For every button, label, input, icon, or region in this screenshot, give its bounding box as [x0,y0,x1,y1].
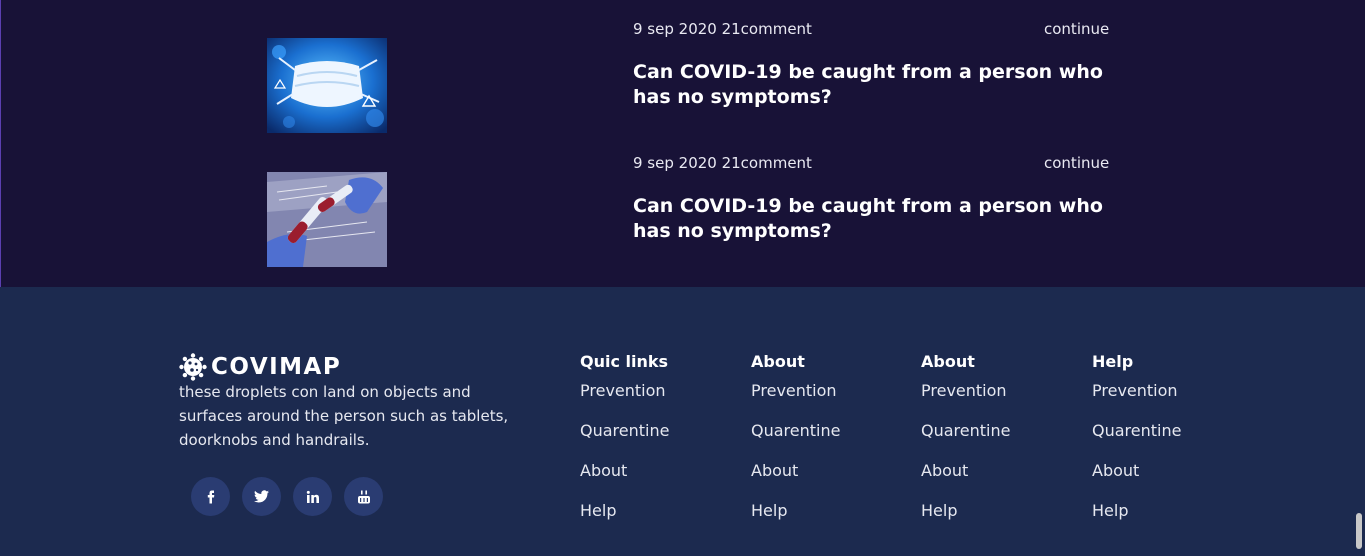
footer-link-quarentine[interactable]: Quarentine [921,421,1010,440]
footer-link-quarentine[interactable]: Quarentine [580,421,669,440]
continue-link[interactable]: continue [1044,154,1109,172]
post-meta: 9 sep 2020 21comment [633,154,812,172]
post-title[interactable]: Can COVID-19 be caught from a person who… [633,60,1123,110]
linkedin-icon [306,490,319,503]
brand-name: COVIMAP [211,354,342,380]
post-title[interactable]: Can COVID-19 be caught from a person who… [633,194,1123,244]
footer-description: these droplets con land on objects and s… [179,383,509,449]
facebook-icon [207,490,214,503]
footer-link-about[interactable]: About [921,461,968,480]
column-title: About [921,352,975,371]
column-title: Quic links [580,352,669,371]
column-title: About [751,352,805,371]
footer-column-quick-links: Quic links Prevention Quarentine About H… [580,351,669,533]
footer-column-help: Help Prevention Quarentine About Help [1092,351,1181,533]
face-mask-virus-image[interactable] [267,38,387,133]
footer-link-help[interactable]: Help [580,501,616,520]
footer-link-help[interactable]: Help [1092,501,1128,520]
twitter-icon [254,490,269,503]
footer-link-quarentine[interactable]: Quarentine [1092,421,1181,440]
footer-link-prevention[interactable]: Prevention [921,381,1007,400]
youtube-button[interactable] [344,477,383,516]
footer-link-prevention[interactable]: Prevention [580,381,666,400]
column-title: Help [1092,352,1134,371]
youtube-icon [357,490,370,503]
footer-link-prevention[interactable]: Prevention [751,381,837,400]
footer-link-about[interactable]: About [751,461,798,480]
footer-column-about: About Prevention Quarentine About Help [751,351,840,533]
post-meta: 9 sep 2020 21comment [633,20,812,38]
virus-icon [179,353,207,381]
footer-link-help[interactable]: Help [751,501,787,520]
social-links [191,477,383,516]
blood-test-tube-image[interactable] [267,172,387,267]
continue-link[interactable]: continue [1044,20,1109,38]
facebook-button[interactable] [191,477,230,516]
footer-column-about-2: About Prevention Quarentine About Help [921,351,1010,533]
footer-link-about[interactable]: About [1092,461,1139,480]
footer-link-quarentine[interactable]: Quarentine [751,421,840,440]
linkedin-button[interactable] [293,477,332,516]
news-section: 9 sep 2020 21comment continue Can COVID-… [0,0,1365,287]
footer-link-help[interactable]: Help [921,501,957,520]
footer-brand[interactable]: COVIMAP [179,353,341,381]
twitter-button[interactable] [242,477,281,516]
footer-link-about[interactable]: About [580,461,627,480]
footer-link-prevention[interactable]: Prevention [1092,381,1178,400]
page-scrollbar[interactable] [1356,513,1362,549]
site-footer: COVIMAP these droplets con land on objec… [0,287,1365,556]
